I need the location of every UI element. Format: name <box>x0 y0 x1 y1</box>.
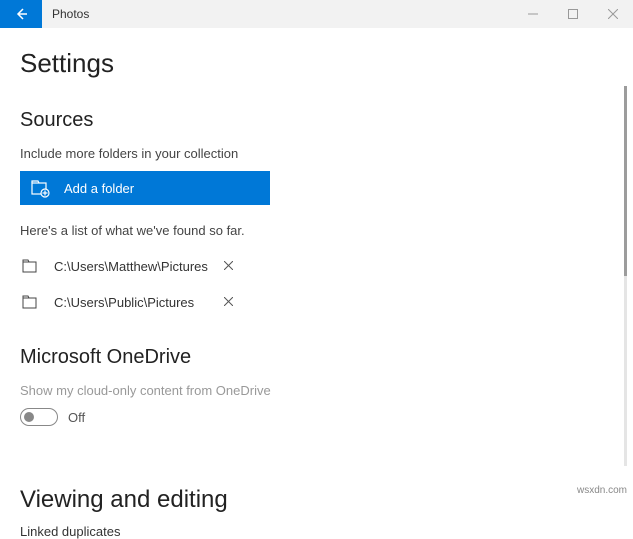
viewing-section: Viewing and editing Linked duplicates <box>20 486 613 539</box>
add-folder-button[interactable]: Add a folder <box>20 171 270 205</box>
add-folder-label: Add a folder <box>64 181 134 196</box>
onedrive-toggle-label: Off <box>68 410 85 425</box>
onedrive-toggle[interactable] <box>20 408 58 426</box>
scrollbar[interactable] <box>624 86 627 466</box>
onedrive-toggle-row: Off <box>20 408 613 426</box>
content-area: Settings Sources Include more folders in… <box>0 28 633 539</box>
folder-row: C:\Users\Matthew\Pictures <box>20 248 613 284</box>
folder-row: C:\Users\Public\Pictures <box>20 284 613 320</box>
folder-path: C:\Users\Matthew\Pictures <box>54 259 208 274</box>
close-button[interactable] <box>593 0 633 28</box>
onedrive-heading: Microsoft OneDrive <box>20 346 613 369</box>
arrow-left-icon <box>13 6 29 22</box>
sources-heading: Sources <box>20 109 613 132</box>
page-title: Settings <box>20 48 613 79</box>
scrollbar-thumb[interactable] <box>624 86 627 276</box>
sources-include-text: Include more folders in your collection <box>20 146 613 161</box>
app-title: Photos <box>42 7 89 21</box>
close-icon <box>224 297 233 306</box>
toggle-knob <box>24 412 34 422</box>
minimize-icon <box>528 9 538 19</box>
folder-path: C:\Users\Public\Pictures <box>54 295 194 310</box>
add-folder-icon <box>30 178 50 198</box>
remove-folder-button[interactable] <box>213 295 243 309</box>
window-controls <box>513 0 633 28</box>
onedrive-section: Microsoft OneDrive Show my cloud-only co… <box>20 346 613 426</box>
sources-list-intro: Here's a list of what we've found so far… <box>20 223 613 238</box>
onedrive-description: Show my cloud-only content from OneDrive <box>20 383 613 398</box>
folder-icon <box>20 292 40 312</box>
viewing-heading: Viewing and editing <box>20 486 613 514</box>
watermark: wsxdn.com <box>577 485 627 496</box>
sources-section: Sources Include more folders in your col… <box>20 109 613 320</box>
back-button[interactable] <box>0 0 42 28</box>
close-icon <box>224 261 233 270</box>
maximize-icon <box>568 9 578 19</box>
folder-list: C:\Users\Matthew\Pictures C:\Users\Publi… <box>20 248 613 320</box>
titlebar: Photos <box>0 0 633 28</box>
remove-folder-button[interactable] <box>213 259 243 273</box>
folder-icon <box>20 256 40 276</box>
close-icon <box>608 9 618 19</box>
minimize-button[interactable] <box>513 0 553 28</box>
maximize-button[interactable] <box>553 0 593 28</box>
linked-duplicates-label: Linked duplicates <box>20 524 613 539</box>
